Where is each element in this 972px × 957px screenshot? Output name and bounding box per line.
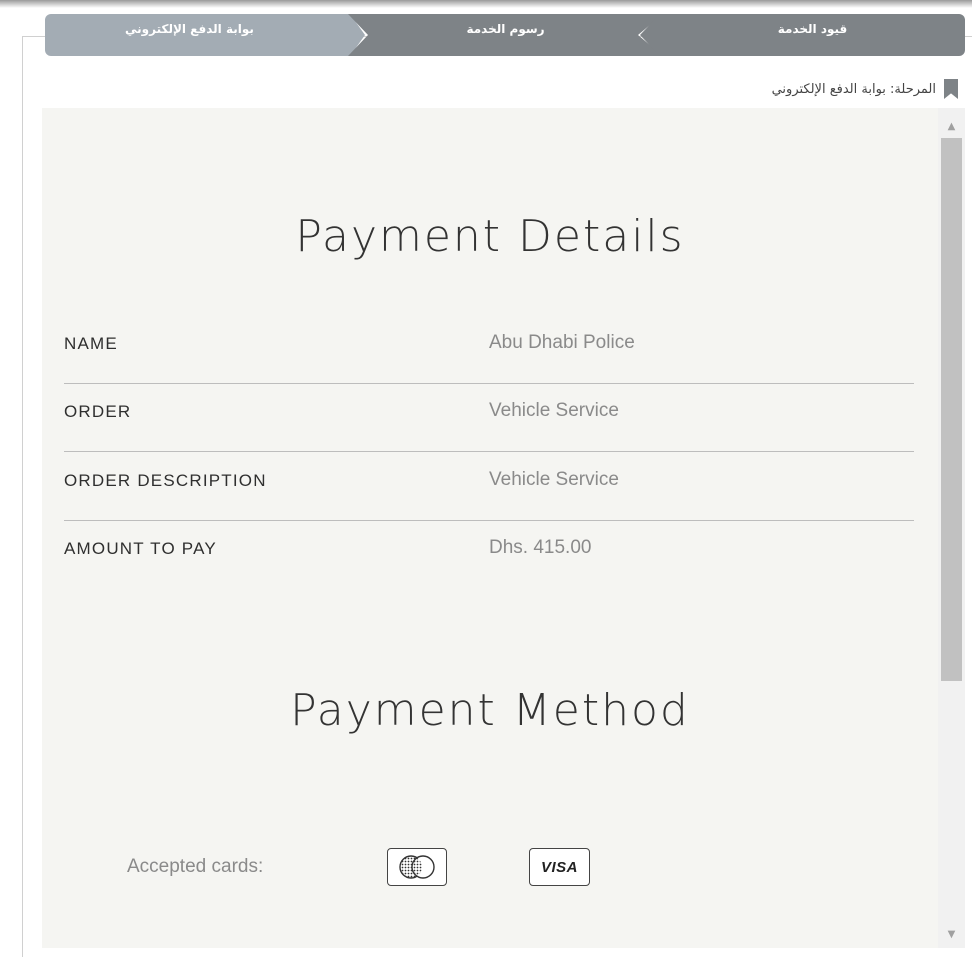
detail-label: ORDER DESCRIPTION	[64, 471, 267, 490]
detail-row-amount: AMOUNT TO PAY Dhs. 415.00	[64, 521, 914, 589]
detail-row-name: NAME Abu Dhabi Police	[64, 316, 914, 384]
step-service-fees[interactable]: رسوم الخدمة	[348, 14, 663, 56]
bookmark-icon	[944, 79, 958, 99]
step-label: بوابة الدفع الإلكتروني	[125, 22, 254, 36]
detail-label: ORDER	[64, 402, 132, 421]
detail-value: Dhs. 415.00	[489, 537, 592, 558]
detail-row-order-description: ORDER DESCRIPTION Vehicle Service	[64, 453, 914, 521]
scroll-up-arrow-icon[interactable]: ▲	[938, 116, 965, 136]
step-label: قيود الخدمة	[777, 22, 848, 36]
accepted-cards-label: Accepted cards:	[127, 856, 264, 877]
detail-value: Vehicle Service	[489, 400, 619, 421]
payment-method-title: Payment Method	[290, 685, 690, 736]
step-service-restrictions[interactable]: قيود الخدمة	[640, 14, 965, 56]
payment-panel: Payment Details NAME Abu Dhabi Police OR…	[42, 108, 938, 948]
detail-label: NAME	[64, 334, 118, 353]
step-payment-gateway[interactable]: بوابة الدفع الإلكتروني	[45, 14, 365, 56]
frame-border-left	[22, 36, 23, 957]
payment-details-title: Payment Details	[295, 211, 685, 262]
stage-indicator: المرحلة: بوابة الدفع الإلكتروني	[772, 79, 958, 99]
detail-value: Abu Dhabi Police	[489, 332, 635, 353]
scrollbar[interactable]: ▲ ▼	[938, 108, 965, 948]
scroll-down-arrow-icon[interactable]: ▼	[938, 924, 965, 944]
detail-row-order: ORDER Vehicle Service	[64, 384, 914, 452]
step-label: رسوم الخدمة	[466, 22, 545, 36]
row-divider	[64, 451, 914, 452]
stage-text: المرحلة: بوابة الدفع الإلكتروني	[771, 81, 936, 97]
detail-value: Vehicle Service	[489, 469, 619, 490]
visa-text: VISA	[540, 858, 578, 876]
top-shadow	[0, 0, 972, 8]
visa-icon: VISA	[529, 848, 590, 886]
scroll-thumb[interactable]	[941, 138, 962, 681]
detail-label: AMOUNT TO PAY	[64, 539, 217, 558]
mastercard-icon	[387, 848, 447, 886]
